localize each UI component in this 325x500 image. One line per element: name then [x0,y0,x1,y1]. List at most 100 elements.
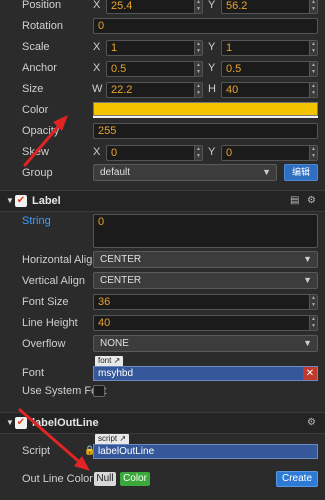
line-height-label: Line Height [22,317,78,329]
skew-x-input[interactable]: 0 ▲ ▼ [106,145,203,161]
script-asset-field[interactable]: labelOutLine [93,444,318,459]
position-y-axis: Y [208,0,216,11]
scale-row: Scale X 1 ▲ ▼ Y 1 ▲ ▼ [0,38,325,59]
script-row: Script 🔒 script ↗ labelOutLine [0,434,325,460]
group-edit-button[interactable]: 编辑 [284,164,318,181]
spinner-icon[interactable]: ▲ ▼ [194,41,202,55]
script-label: Script [22,445,51,457]
anchor-y-axis: Y [208,62,216,74]
gear-icon[interactable]: ⚙ [307,417,316,428]
overflow-row: Overflow NONE ▼ [0,335,325,356]
font-size-row: Font Size 36 ▲ ▼ [0,293,325,314]
scale-y-axis: Y [208,41,216,53]
opacity-row: Opacity 255 [0,122,325,143]
size-w-axis: W [92,83,103,95]
check-icon[interactable]: ✔ [15,195,27,207]
scale-y-input[interactable]: 1 ▲ ▼ [221,40,318,56]
color-button[interactable]: Color [120,472,150,486]
color-label: Color [22,104,49,116]
spinner-icon[interactable]: ▲ ▼ [309,316,317,330]
position-row: Position X 25.4 ▲ ▼ Y 56.2 ▲ ▼ [0,0,325,17]
font-asset-field[interactable]: msyhbd ✕ [93,366,318,381]
color-swatch[interactable] [93,102,318,116]
spinner-icon[interactable]: ▲ ▼ [309,295,317,309]
triangle-down-icon[interactable]: ▼ [6,196,14,205]
chevron-down-icon: ▼ [303,254,312,264]
spinner-icon[interactable]: ▲ ▼ [309,0,317,13]
rotation-label: Rotation [22,20,63,32]
triangle-down-icon[interactable]: ▼ [6,418,14,427]
anchor-row: Anchor X 0.5 ▲ ▼ Y 0.5 ▲ ▼ [0,59,325,80]
chevron-down-icon: ▼ [262,167,271,177]
position-y-input[interactable]: 56.2 ▲ ▼ [221,0,318,14]
spinner-icon[interactable]: ▲ ▼ [309,62,317,76]
spinner-icon[interactable]: ▲ ▼ [194,83,202,97]
horizontal-align-select[interactable]: CENTER ▼ [93,251,318,268]
size-label: Size [22,83,44,95]
anchor-label: Anchor [22,62,57,74]
opacity-label: Opacity [22,125,60,137]
group-select[interactable]: default ▼ [93,164,277,181]
chevron-down-icon: ▼ [303,275,312,285]
skew-row: Skew X 0 ▲ ▼ Y 0 ▲ ▼ [0,143,325,164]
string-row: String 0 [0,212,325,252]
label-component-title: Label [32,195,61,207]
line-height-row: Line Height 40 ▲ ▼ [0,314,325,335]
anchor-x-input[interactable]: 0.5 ▲ ▼ [106,61,203,77]
create-button[interactable]: Create [276,471,318,487]
spinner-icon[interactable]: ▲ ▼ [194,62,202,76]
font-size-label: Font Size [22,296,69,308]
vertical-align-row: Vertical Align CENTER ▼ [0,272,325,293]
scale-x-input[interactable]: 1 ▲ ▼ [106,40,203,56]
outline-component-header[interactable]: ▼ ✔ labelOutLine ⚙ [0,412,325,434]
spinner-icon[interactable]: ▲ ▼ [309,83,317,97]
rotation-input[interactable]: 0 [93,18,318,34]
opacity-input[interactable]: 255 [93,123,318,139]
group-label: Group [22,167,53,179]
string-label: String [22,215,51,227]
color-row: Color [0,101,325,122]
book-icon[interactable]: ▤ [290,195,299,206]
font-row: Font font ↗ msyhbd ✕ [0,356,325,382]
horizontal-align-label: Horizontal Align [22,254,99,266]
font-size-input[interactable]: 36 ▲ ▼ [93,294,318,310]
skew-y-axis: Y [208,146,216,158]
font-label: Font [22,367,45,379]
spinner-icon[interactable]: ▲ ▼ [309,146,317,160]
scale-label: Scale [22,41,50,53]
spinner-icon[interactable]: ▲ ▼ [194,0,202,13]
out-line-color-row: Out Line Color Null Color Create [0,470,325,491]
size-w-input[interactable]: 22.2 ▲ ▼ [106,82,203,98]
outline-component-title: labelOutLine [32,417,99,429]
position-x-input[interactable]: 25.4 ▲ ▼ [106,0,203,14]
skew-x-axis: X [93,146,101,158]
scale-x-axis: X [93,41,101,53]
overflow-label: Overflow [22,338,66,350]
vertical-align-select[interactable]: CENTER ▼ [93,272,318,289]
group-row: Group default ▼ 编辑 [0,164,325,185]
script-asset-tag: script ↗ [95,434,130,444]
anchor-y-input[interactable]: 0.5 ▲ ▼ [221,61,318,77]
use-system-font-checkbox[interactable] [93,385,105,397]
anchor-x-axis: X [93,62,101,74]
check-icon[interactable]: ✔ [15,417,27,429]
out-line-color-label: Out Line Color [22,473,93,485]
size-row: Size W 22.2 ▲ ▼ H 40 ▲ ▼ [0,80,325,101]
font-asset-tag: font ↗ [95,356,124,366]
color-alpha-bar [93,116,318,118]
line-height-input[interactable]: 40 ▲ ▼ [93,315,318,331]
size-h-input[interactable]: 40 ▲ ▼ [221,82,318,98]
close-icon[interactable]: ✕ [303,367,317,380]
gear-icon[interactable]: ⚙ [307,195,316,206]
skew-y-input[interactable]: 0 ▲ ▼ [221,145,318,161]
spinner-icon[interactable]: ▲ ▼ [194,146,202,160]
label-component-header[interactable]: ▼ ✔ Label ▤ ⚙ [0,190,325,212]
position-label: Position [22,0,62,11]
chevron-down-icon: ▼ [303,338,312,348]
string-textarea[interactable]: 0 [93,214,318,248]
spinner-icon[interactable]: ▲ ▼ [309,41,317,55]
skew-label: Skew [22,146,49,158]
overflow-select[interactable]: NONE ▼ [93,335,318,352]
rotation-row: Rotation 0 [0,17,325,38]
null-button[interactable]: Null [94,472,116,486]
